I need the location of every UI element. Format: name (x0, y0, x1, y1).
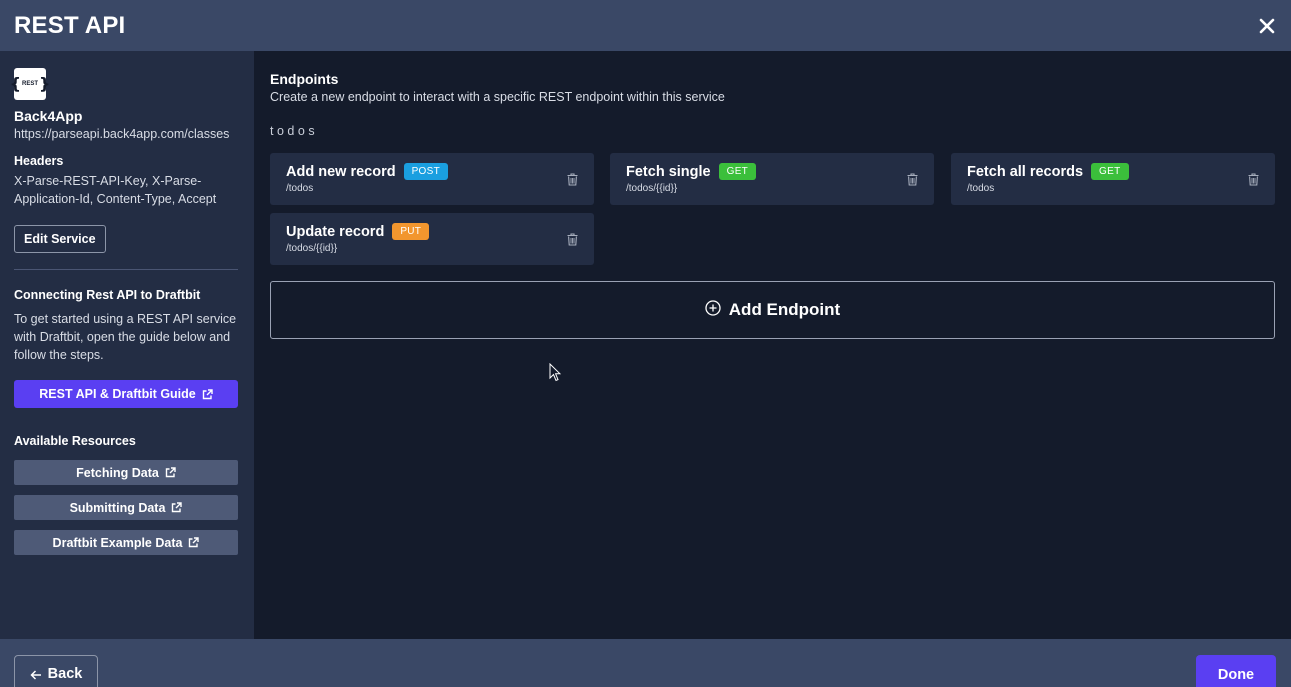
sidebar: {REST} Back4App https://parseapi.back4ap… (0, 51, 254, 639)
connect-text: To get started using a REST API service … (14, 312, 237, 362)
guide-button[interactable]: REST API & Draftbit Guide (14, 380, 238, 408)
resource-example-data[interactable]: Draftbit Example Data (14, 530, 238, 555)
external-link-icon (202, 388, 213, 400)
method-badge: PUT (392, 223, 430, 240)
back-label: Back (47, 666, 83, 682)
service-name: Back4App (14, 108, 83, 124)
endpoints-title: Endpoints (270, 71, 339, 87)
external-link-icon (171, 502, 183, 513)
mouse-pointer-icon (549, 362, 562, 382)
add-endpoint-label: Add Endpoint (728, 300, 841, 319)
trash-icon[interactable] (567, 233, 578, 246)
rest-logo: {REST} (10, 68, 50, 100)
method-badge: GET (718, 163, 757, 180)
endpoint-name: Fetch all records (967, 163, 1084, 180)
endpoint-path: /todos (286, 183, 314, 194)
method-badge: GET (1091, 163, 1129, 180)
connect-heading: Connecting Rest API to Draftbit (14, 288, 201, 302)
edit-service-button[interactable]: Edit Service (14, 225, 106, 253)
external-link-icon (165, 467, 176, 478)
footer-bar: Back Done (0, 639, 1291, 687)
add-endpoint-button[interactable]: Add Endpoint (270, 281, 1275, 339)
trash-icon[interactable] (1248, 173, 1259, 186)
resource-fetching-data[interactable]: Fetching Data (14, 460, 238, 485)
divider (14, 269, 238, 270)
endpoints-subtitle: Create a new endpoint to interact with a… (270, 90, 725, 104)
back-button[interactable]: Back (14, 655, 98, 687)
arrow-left-icon (30, 666, 42, 685)
resource-name: todos (270, 124, 319, 138)
done-button[interactable]: Done (1196, 655, 1276, 687)
endpoint-card[interactable]: Fetch all records GET /todos (951, 153, 1275, 205)
method-badge: POST (403, 163, 449, 180)
endpoint-path: /todos/{{id}} (286, 243, 338, 254)
headers-heading: Headers (14, 154, 64, 168)
headers-value: X-Parse-REST-API-Key, X-Parse-Applicatio… (14, 174, 217, 206)
guide-button-label: REST API & Draftbit Guide (39, 387, 196, 401)
endpoint-card[interactable]: Fetch single GET /todos/{{id}} (610, 153, 934, 205)
resource-submitting-data[interactable]: Submitting Data (14, 495, 238, 520)
resource-label: Submitting Data (69, 500, 166, 515)
endpoint-name: Add new record (286, 163, 396, 180)
endpoint-card[interactable]: Update record PUT /todos/{{id}} (270, 213, 594, 265)
plus-circle-icon (705, 299, 721, 321)
window-title: REST API (14, 11, 126, 39)
resources-heading: Available Resources (14, 434, 136, 448)
title-bar: REST API (0, 0, 1291, 51)
endpoint-name: Fetch single (626, 163, 711, 180)
endpoint-path: /todos/{{id}} (626, 183, 678, 194)
external-link-icon (188, 537, 200, 548)
endpoint-card[interactable]: Add new record POST /todos (270, 153, 594, 205)
close-icon[interactable] (1257, 16, 1277, 36)
endpoint-path: /todos (967, 183, 995, 194)
trash-icon[interactable] (907, 173, 918, 186)
resource-label: Draftbit Example Data (52, 535, 183, 550)
trash-icon[interactable] (567, 173, 578, 186)
resource-label: Fetching Data (76, 465, 159, 480)
endpoints-panel: Endpoints Create a new endpoint to inter… (270, 51, 1275, 138)
service-url: https://parseapi.back4app.com/classes (14, 127, 230, 141)
endpoint-name: Update record (286, 223, 385, 240)
